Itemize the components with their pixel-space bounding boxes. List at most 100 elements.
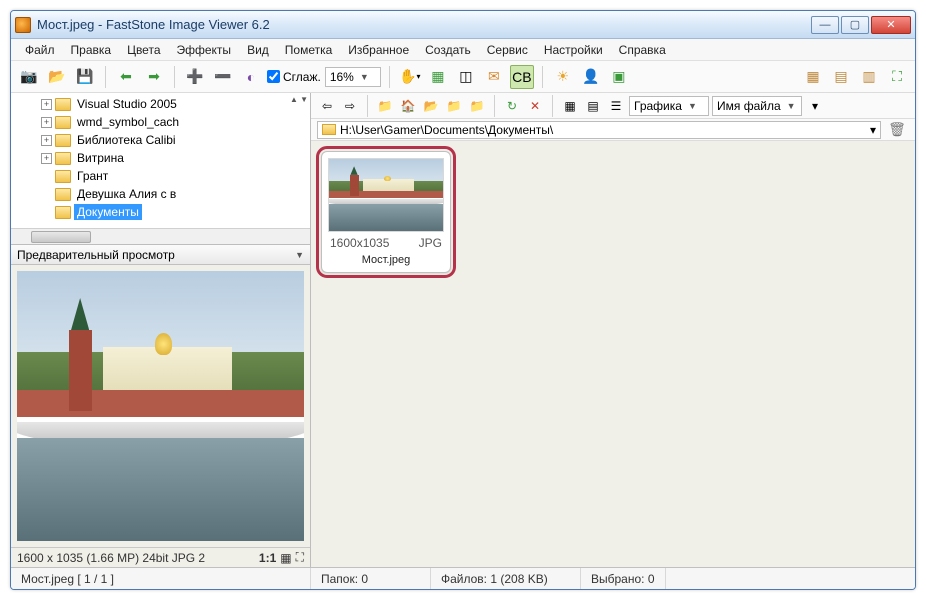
expand-icon[interactable]: + xyxy=(41,153,52,164)
tree-label[interactable]: wmd_symbol_cach xyxy=(74,114,182,130)
folder-tree[interactable]: + Visual Studio 2005 + wmd_symbol_cach + Би… xyxy=(11,93,310,245)
menu-settings[interactable]: Настройки xyxy=(536,41,611,59)
right-pane: ⇦ ⇨ 📁 🏠 📂 📁 📁 ↻ ✕ ▦ ▤ ☰ Графика ▼ xyxy=(311,93,915,567)
preview-header[interactable]: Предварительный просмотр ▼ xyxy=(11,245,310,265)
chevron-down-icon: ▼ xyxy=(787,101,796,111)
up-icon[interactable]: 📁 xyxy=(375,96,395,116)
close-button[interactable]: ✕ xyxy=(871,16,911,34)
convert-icon[interactable]: CB xyxy=(510,65,534,89)
skin-icon[interactable]: 👤 xyxy=(579,65,603,89)
desktop-icon[interactable]: 📂 xyxy=(421,96,441,116)
maximize-button[interactable]: ▢ xyxy=(841,16,869,34)
preview-pane: 1600 x 1035 (1.66 MP) 24bit JPG 2 1:1 ▦ … xyxy=(11,265,310,567)
preview-status-text: 1600 x 1035 (1.66 MP) 24bit JPG 2 xyxy=(17,551,205,565)
folder-icon xyxy=(55,206,71,219)
tree-label[interactable]: Витрина xyxy=(74,150,127,166)
menu-colors[interactable]: Цвета xyxy=(119,41,168,59)
sort-combo[interactable]: Имя файла ▼ xyxy=(712,96,802,116)
slideshow-icon[interactable]: ▦ xyxy=(426,65,450,89)
folder-icon xyxy=(55,152,71,165)
folder-icon xyxy=(55,98,71,111)
save-icon[interactable]: 💾 xyxy=(73,65,97,89)
smooth-check-input[interactable] xyxy=(267,70,280,83)
thumbnail-area[interactable]: 1600x1035 JPG Мост.jpeg xyxy=(311,141,915,567)
body: + Visual Studio 2005 + wmd_symbol_cach + Би… xyxy=(11,93,915,567)
zoom-combo[interactable]: 16% ▼ xyxy=(325,67,381,87)
histogram-icon[interactable]: ▦ xyxy=(280,551,291,565)
hand-icon[interactable]: ✋▾ xyxy=(398,65,422,89)
scrollbar-thumb[interactable] xyxy=(31,231,91,243)
view-thumb-icon[interactable]: ▦ xyxy=(801,65,825,89)
tree-row: + wmd_symbol_cach xyxy=(41,113,310,131)
preview-ratio: 1:1 xyxy=(259,551,276,565)
email-icon[interactable]: ✉ xyxy=(482,65,506,89)
dual-icon[interactable]: ▣ xyxy=(607,65,631,89)
path-field[interactable]: H:\User\Gamer\Documents\Документы\ ▾ xyxy=(317,121,881,139)
tree-label[interactable]: Грант xyxy=(74,168,111,184)
menu-effects[interactable]: Эффекты xyxy=(169,41,240,59)
menu-service[interactable]: Сервис xyxy=(479,41,536,59)
refresh-icon[interactable]: ↻ xyxy=(502,96,522,116)
capture-icon[interactable]: 📷 xyxy=(17,65,41,89)
preview-image-content xyxy=(17,271,304,541)
view-filter-combo[interactable]: Графика ▼ xyxy=(629,96,709,116)
menu-help[interactable]: Справка xyxy=(611,41,674,59)
view-detail-icon[interactable]: ▥ xyxy=(857,65,881,89)
folder-icon xyxy=(55,188,71,201)
view2-icon[interactable]: ▤ xyxy=(583,96,603,116)
menu-view[interactable]: Вид xyxy=(239,41,277,59)
tree-label[interactable]: Девушка Алия с в xyxy=(74,186,179,202)
status-filename: Мост.jpeg [ 1 / 1 ] xyxy=(11,568,311,589)
fit-icon[interactable]: ⛶ xyxy=(296,550,304,565)
tree-label[interactable]: Документы xyxy=(74,204,142,220)
sort-value: Имя файла xyxy=(717,99,781,113)
path-value: H:\User\Gamer\Documents\Документы\ xyxy=(340,123,553,137)
menu-edit[interactable]: Правка xyxy=(63,41,120,59)
minimize-button[interactable]: — xyxy=(811,16,839,34)
expand-icon[interactable]: + xyxy=(41,99,52,110)
smooth-checkbox[interactable]: Сглаж. xyxy=(267,70,321,84)
tree-label[interactable]: Библиотека Calibi xyxy=(74,132,179,148)
fullscreen-icon[interactable]: ⛶ xyxy=(885,65,909,89)
window-buttons: — ▢ ✕ xyxy=(809,16,911,34)
sort-dir-icon[interactable]: ▾ xyxy=(805,96,825,116)
tree-label[interactable]: Visual Studio 2005 xyxy=(74,96,180,112)
next-icon[interactable]: ➡ xyxy=(142,65,166,89)
separator xyxy=(494,95,495,117)
tree-updown-icon[interactable]: ▲ ▼ xyxy=(290,95,308,104)
separator xyxy=(542,66,543,88)
delete-icon[interactable]: ✕ xyxy=(525,96,545,116)
compare-icon[interactable]: ◫ xyxy=(454,65,478,89)
settings-icon[interactable]: ☀ xyxy=(551,65,575,89)
tree-hscrollbar[interactable] xyxy=(11,228,310,244)
expand-icon xyxy=(41,207,52,218)
tree-row: + Visual Studio 2005 xyxy=(41,95,310,113)
menu-favorites[interactable]: Избранное xyxy=(340,41,417,59)
expand-icon[interactable]: + xyxy=(41,135,52,146)
view3-icon[interactable]: ☰ xyxy=(606,96,626,116)
view1-icon[interactable]: ▦ xyxy=(560,96,580,116)
preview-image[interactable] xyxy=(17,271,304,541)
back-icon[interactable]: ⇦ xyxy=(317,96,337,116)
trash-icon[interactable]: 🗑 xyxy=(885,118,909,142)
expand-icon[interactable]: + xyxy=(41,117,52,128)
menu-file[interactable]: Файл xyxy=(17,41,63,59)
home-icon[interactable]: 🏠 xyxy=(398,96,418,116)
separator xyxy=(105,66,106,88)
zoom-actual-icon[interactable]: ◐ xyxy=(239,65,263,89)
menu-create[interactable]: Создать xyxy=(417,41,479,59)
status-selected: Выбрано: 0 xyxy=(581,568,666,589)
pics-icon[interactable]: 📁 xyxy=(467,96,487,116)
separator xyxy=(367,95,368,117)
view-list-icon[interactable]: ▤ xyxy=(829,65,853,89)
thumbnail-card[interactable]: 1600x1035 JPG Мост.jpeg xyxy=(321,151,451,273)
docs-icon[interactable]: 📁 xyxy=(444,96,464,116)
zoom-out-icon[interactable]: ➖ xyxy=(211,65,235,89)
prev-icon[interactable]: ⬅ xyxy=(114,65,138,89)
zoom-in-icon[interactable]: ➕ xyxy=(183,65,207,89)
open-icon[interactable]: 📂 xyxy=(45,65,69,89)
thumbnail-content xyxy=(329,159,443,231)
menu-tag[interactable]: Пометка xyxy=(277,41,341,59)
forward-icon[interactable]: ⇨ xyxy=(340,96,360,116)
preview-header-label: Предварительный просмотр xyxy=(17,248,175,262)
